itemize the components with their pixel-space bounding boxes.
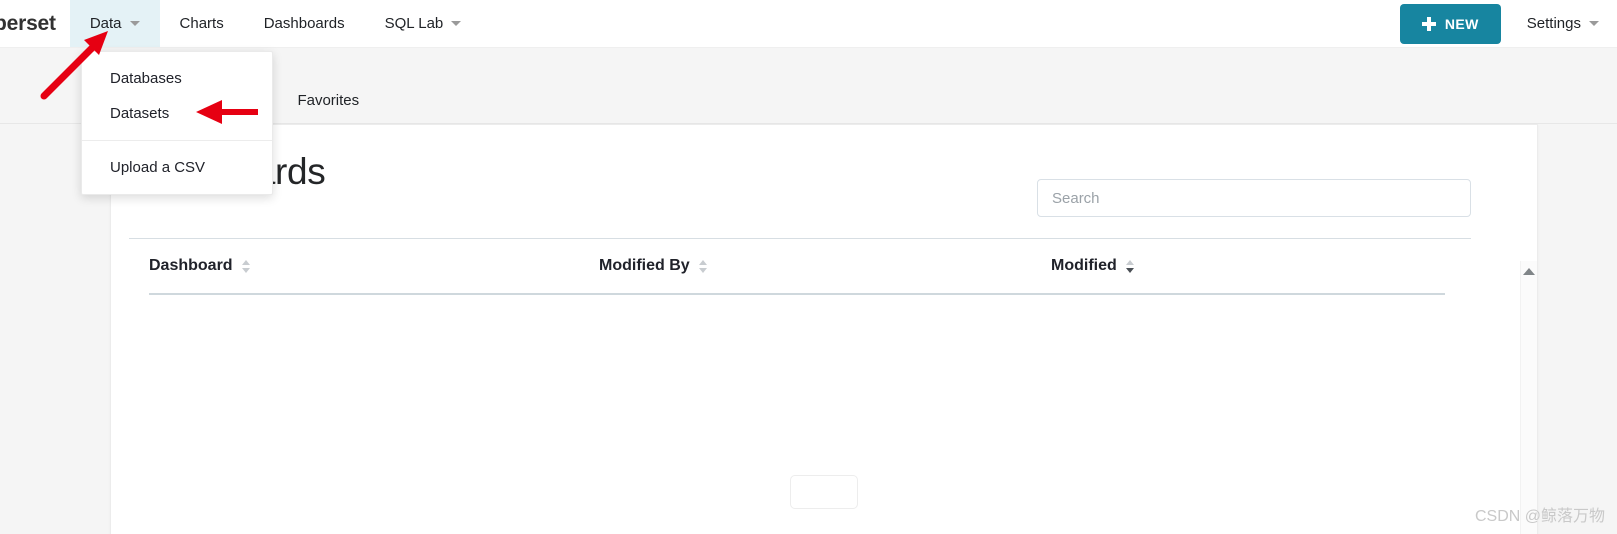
- column-header-modified[interactable]: Modified: [1051, 257, 1135, 275]
- column-header-dashboard-label: Dashboard: [149, 257, 233, 274]
- dashboards-table: Dashboard Modified By Modified: [111, 239, 1537, 534]
- nav-item-data[interactable]: Data: [69, 0, 160, 47]
- data-dropdown-menu: Databases Datasets Upload a CSV: [81, 51, 273, 195]
- nav-item-sql-lab-label: SQL Lab: [384, 15, 444, 32]
- chevron-down-icon: [129, 21, 140, 26]
- search-input[interactable]: [1037, 179, 1471, 217]
- nav-item-charts-label: Charts: [179, 15, 224, 32]
- nav-item-data-label: Data: [89, 15, 122, 32]
- menu-item-upload-csv-label: Upload a CSV: [110, 159, 206, 176]
- brand-logo[interactable]: perset: [0, 0, 70, 47]
- nav-item-dashboards-label: Dashboards: [263, 15, 345, 32]
- column-header-dashboard[interactable]: Dashboard: [149, 257, 599, 275]
- menu-item-databases-label: Databases: [110, 70, 182, 87]
- chevron-down-icon: [451, 21, 462, 26]
- pagination-control[interactable]: [790, 475, 858, 509]
- sort-icon: [241, 259, 251, 274]
- tab-favorites-label: Favorites: [297, 91, 360, 109]
- sort-icon-active-desc: [1125, 259, 1135, 274]
- settings-menu[interactable]: Settings: [1527, 15, 1599, 32]
- nav-item-charts[interactable]: Charts: [160, 0, 244, 47]
- menu-divider: [82, 140, 272, 141]
- new-button[interactable]: NEW: [1399, 3, 1501, 44]
- menu-item-upload-csv[interactable]: Upload a CSV: [82, 150, 272, 185]
- menu-item-datasets-label: Datasets: [110, 105, 170, 122]
- column-header-modified-label: Modified: [1051, 257, 1117, 274]
- nav-menu: Data Charts Dashboards SQL Lab: [69, 0, 482, 47]
- watermark: CSDN @鲸落万物: [1474, 508, 1605, 525]
- menu-item-datasets[interactable]: Datasets: [82, 96, 272, 131]
- plus-icon: [1421, 16, 1436, 31]
- chevron-down-icon: [1589, 21, 1599, 26]
- triangle-up-icon[interactable]: [1523, 268, 1535, 275]
- tab-favorites[interactable]: Favorites: [297, 92, 359, 109]
- table-header-row: Dashboard Modified By Modified: [149, 239, 1445, 295]
- column-header-modified-by[interactable]: Modified By: [599, 257, 1051, 275]
- top-navbar: perset Data Charts Dashboards SQL Lab NE…: [0, 0, 1617, 48]
- new-button-label: NEW: [1444, 15, 1479, 32]
- nav-item-dashboards[interactable]: Dashboards: [244, 0, 365, 47]
- nav-item-sql-lab[interactable]: SQL Lab: [365, 0, 482, 47]
- settings-label: Settings: [1526, 15, 1581, 32]
- dashboards-card: Dashboards Dashboard Modified By: [110, 124, 1538, 534]
- navbar-right-group: NEW Settings: [1399, 0, 1617, 47]
- column-header-modified-by-label: Modified By: [599, 257, 690, 274]
- table-body: [111, 295, 1537, 509]
- card-header: Dashboards: [111, 125, 1537, 239]
- app-root: perset Data Charts Dashboards SQL Lab NE…: [0, 0, 1617, 534]
- menu-item-databases[interactable]: Databases: [82, 61, 272, 96]
- vertical-scrollbar[interactable]: [1520, 261, 1537, 534]
- sort-icon: [698, 259, 708, 274]
